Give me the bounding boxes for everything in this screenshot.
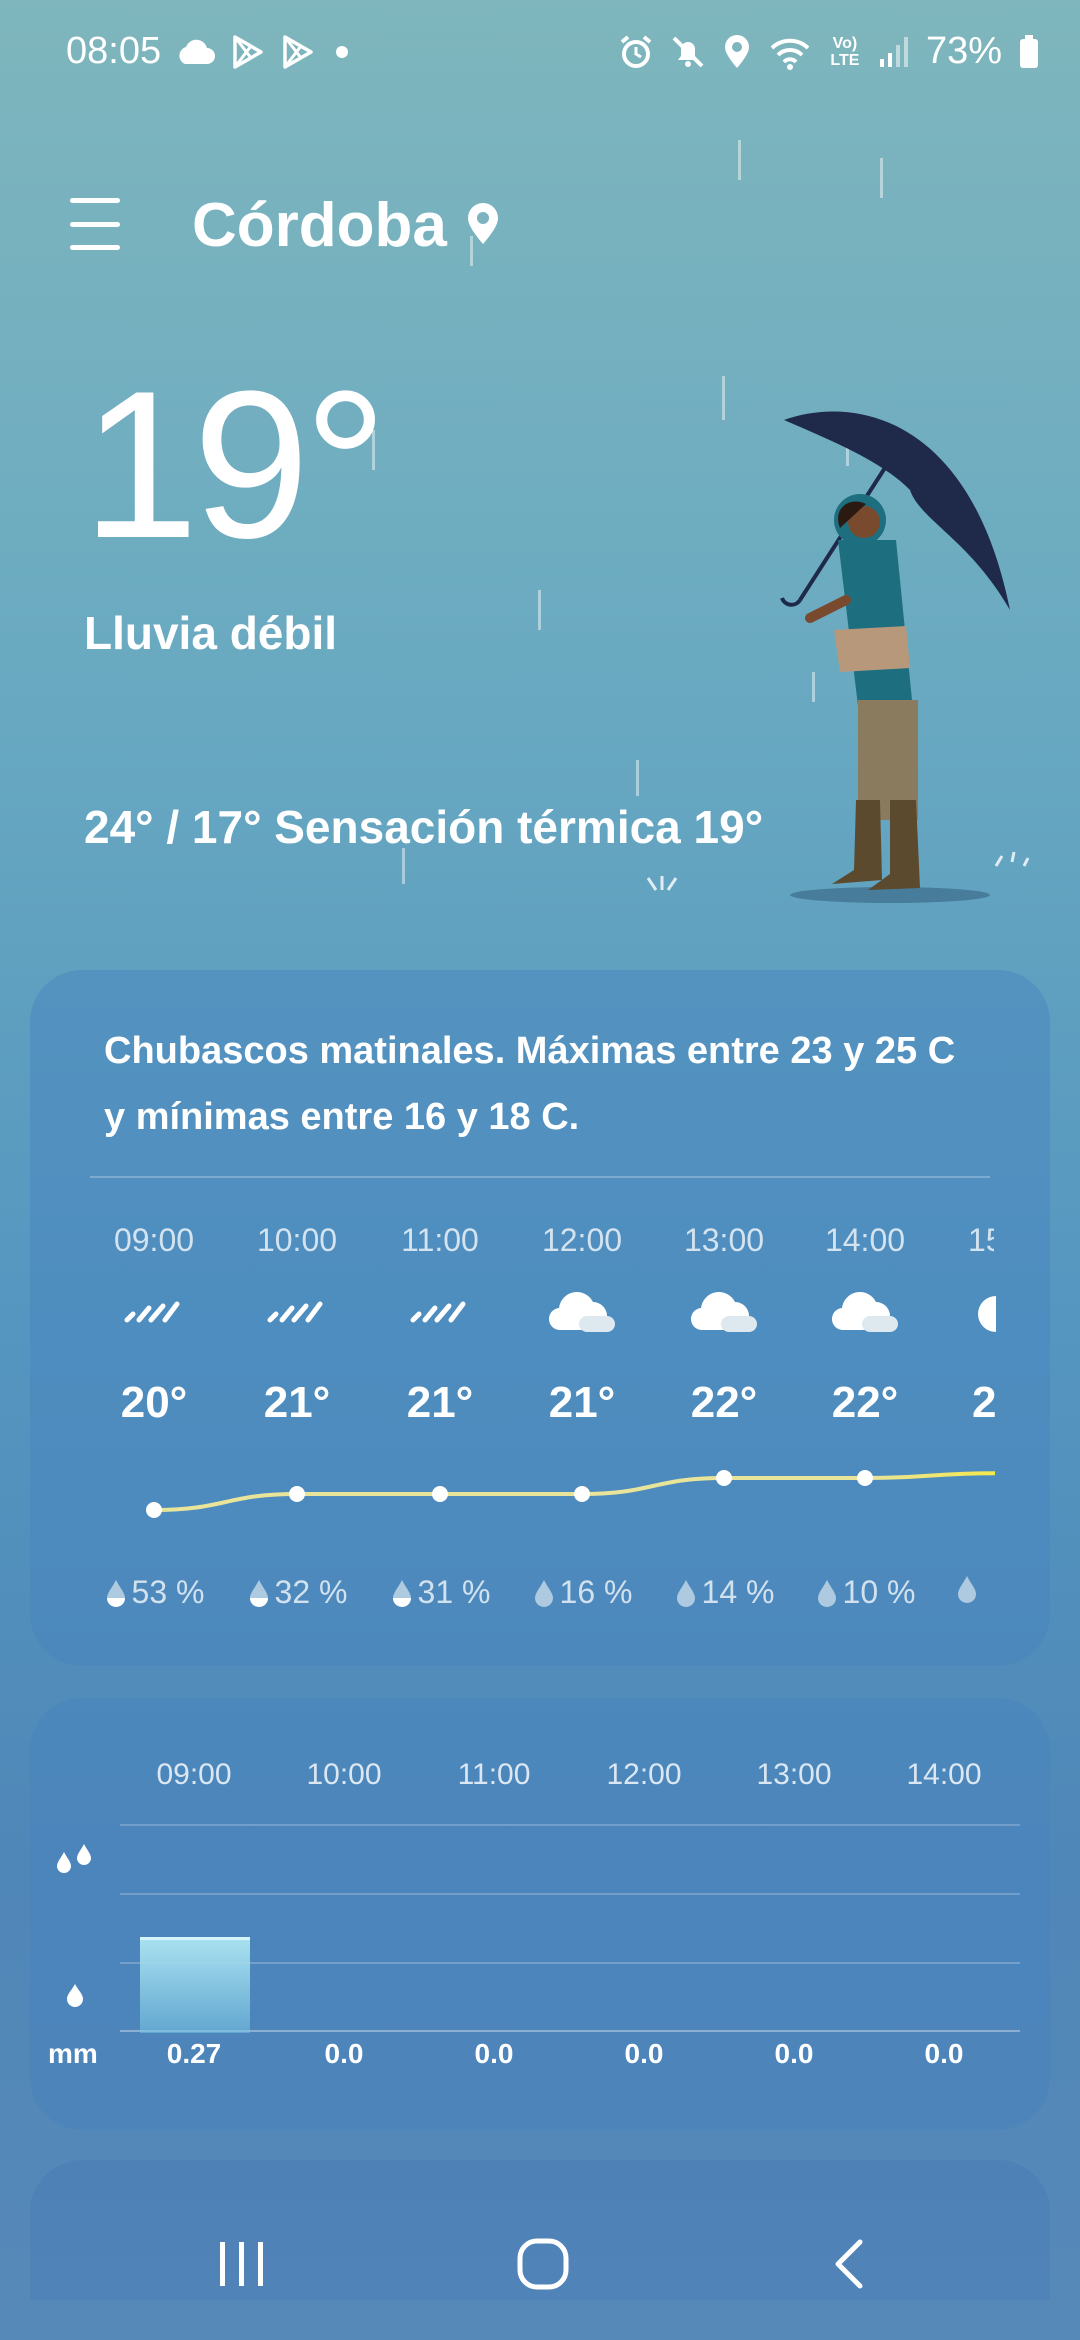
precip-probability: 31 % xyxy=(380,1574,500,1611)
temperature-point xyxy=(432,1486,448,1502)
precip-hour: 13:00 xyxy=(756,1758,832,1791)
half-drop-icon xyxy=(249,1579,268,1607)
precip-amount: 0.0 xyxy=(324,2038,364,2069)
alarm-icon xyxy=(618,34,654,70)
temperature-point xyxy=(289,1486,305,1502)
min-max-feels-like: 24° / 17° Sensación térmica 19° xyxy=(84,801,764,853)
precip-amount: 0.0 xyxy=(474,2038,514,2069)
precip-hour: 14:00 xyxy=(906,1758,982,1791)
status-time: 08:05 xyxy=(66,30,162,72)
current-temperature: 19° xyxy=(82,347,388,582)
signal-icon xyxy=(878,35,910,69)
light-rain-icon xyxy=(380,1290,500,1340)
drop-icon xyxy=(676,1579,695,1607)
precip-probability: 16 % xyxy=(522,1574,642,1611)
precip-amount: 0.0 xyxy=(774,2038,814,2069)
city-name: Córdoba xyxy=(192,191,447,260)
status-bar-left: 08:05 xyxy=(66,30,355,73)
precip-hour: 11:00 xyxy=(457,1758,531,1791)
precip-value: 53 % xyxy=(131,1574,205,1610)
precip-amount: 0.27 xyxy=(166,2038,222,2069)
precip-value: 32 % xyxy=(274,1574,348,1610)
temperature-point xyxy=(146,1502,162,1518)
precip-hour: 12:00 xyxy=(606,1758,682,1791)
mute-icon xyxy=(670,34,706,70)
precip-value: 10 % xyxy=(842,1574,916,1610)
wifi-icon xyxy=(768,34,812,70)
precip-value: 14 % xyxy=(701,1574,775,1610)
recent-apps-button[interactable] xyxy=(214,2236,270,2295)
back-button[interactable] xyxy=(826,2236,876,2297)
back-icon xyxy=(835,2239,863,2289)
precip-probability: 53 % xyxy=(94,1574,214,1611)
precip-probability: 32 % xyxy=(237,1574,357,1611)
half-drop-icon xyxy=(392,1579,411,1607)
battery-icon xyxy=(1018,34,1040,70)
grid-line xyxy=(120,1893,1020,1895)
precip-probability: 10 % xyxy=(805,1574,925,1611)
rain-person-illustration xyxy=(770,400,1030,920)
forecast-summary: Chubascos matinales. Máximas entre 23 y … xyxy=(104,1030,956,1138)
play-store-icon xyxy=(229,34,265,70)
precip-probability: 14 % xyxy=(664,1574,784,1611)
card-divider xyxy=(90,1176,990,1178)
hour-time: 10:00 xyxy=(256,1222,338,1258)
precip-value: 16 % xyxy=(559,1574,633,1610)
location-title[interactable]: Córdoba xyxy=(192,190,501,261)
current-condition: Lluvia débil xyxy=(84,607,338,659)
grid-line xyxy=(120,1962,1020,1964)
hamburger-menu-icon xyxy=(70,198,120,203)
hour-time: 14:00 xyxy=(824,1222,906,1258)
precip-amount: 0.0 xyxy=(924,2038,964,2069)
splash-decoration xyxy=(644,874,680,899)
dot-icon xyxy=(329,39,355,65)
precip-hour: 10:00 xyxy=(306,1758,382,1791)
hour-time: 13:00 xyxy=(683,1222,765,1258)
temperature-point xyxy=(857,1470,873,1486)
cloudy-icon xyxy=(805,1290,925,1340)
recent-apps-icon xyxy=(220,2242,263,2286)
menu-button[interactable] xyxy=(70,198,120,250)
precip-probability xyxy=(954,1574,980,1604)
light-drop-icon xyxy=(62,1980,88,2017)
temperature-point xyxy=(574,1486,590,1502)
heavy-drops-icon xyxy=(52,1842,98,1883)
home-button[interactable] xyxy=(514,2236,574,2297)
grid-line xyxy=(120,1824,1020,1826)
hour-time: 15 xyxy=(968,1222,994,1258)
light-rain-icon xyxy=(237,1290,357,1340)
hour-time: 12:00 xyxy=(541,1222,623,1258)
cloudy-icon xyxy=(522,1290,642,1340)
temperature-trend-line xyxy=(146,1470,996,1518)
battery-percent: 73% xyxy=(925,30,1002,72)
drop-icon xyxy=(534,1579,553,1607)
light-rain-icon xyxy=(94,1290,214,1340)
hour-time: 09:00 xyxy=(113,1222,195,1258)
volte-label: Vo) LTE xyxy=(830,34,860,69)
drop-icon xyxy=(958,1576,976,1603)
location-icon xyxy=(722,34,752,70)
hour-time: 11:00 xyxy=(401,1222,479,1258)
cloudy-icon xyxy=(664,1290,784,1340)
drop-icon xyxy=(817,1579,836,1607)
location-pin-icon xyxy=(465,190,501,261)
status-bar-right: Vo) LTE 73% xyxy=(618,30,1040,73)
precip-bar xyxy=(140,1937,250,2033)
precip-hour: 09:00 xyxy=(156,1758,232,1791)
cloudy-icon xyxy=(974,1290,996,1340)
cloud-icon xyxy=(175,38,216,66)
half-drop-icon xyxy=(106,1579,125,1607)
volte-icon: Vo) LTE xyxy=(828,35,862,69)
grid-baseline xyxy=(120,2030,1020,2032)
precip-amount: 0.0 xyxy=(624,2038,664,2069)
precip-value: 31 % xyxy=(417,1574,491,1610)
play-store-icon xyxy=(279,34,315,70)
home-icon xyxy=(517,2238,569,2290)
temperature-point xyxy=(716,1470,732,1486)
unit-label: mm xyxy=(48,2038,98,2069)
